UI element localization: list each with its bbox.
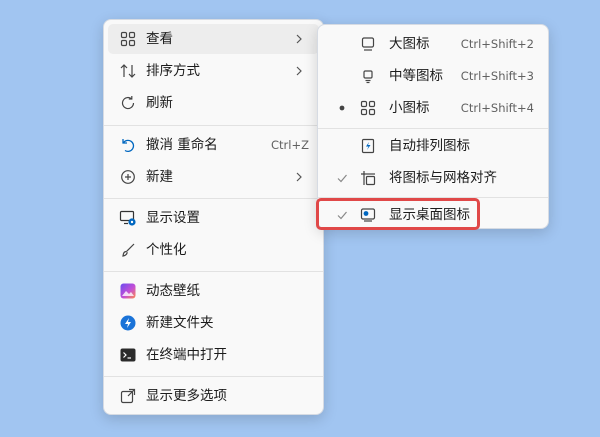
menu-item-show-more-options[interactable]: 显示更多选项 bbox=[108, 381, 319, 411]
menu-item-label: 个性化 bbox=[146, 242, 187, 258]
large-icons-icon bbox=[358, 34, 378, 54]
menu-item-label: 刷新 bbox=[146, 95, 173, 111]
menu-item-label: 在终端中打开 bbox=[146, 347, 227, 363]
menu-item-label: 排序方式 bbox=[146, 63, 200, 79]
menu-item-open-in-terminal[interactable]: 在终端中打开 bbox=[108, 340, 319, 370]
submenu-item-label: 自动排列图标 bbox=[389, 138, 470, 154]
submenu-item-label: 大图标 bbox=[389, 36, 430, 52]
menu-item-dynamic-wallpaper[interactable]: 动态壁纸 bbox=[108, 276, 319, 306]
menu-item-personalize[interactable]: 个性化 bbox=[108, 235, 319, 265]
sort-arrows-icon bbox=[118, 61, 138, 81]
chevron-right-icon bbox=[293, 65, 305, 77]
menu-item-label: 新建文件夹 bbox=[146, 315, 214, 331]
menu-item-label: 新建 bbox=[146, 169, 173, 185]
menu-separator bbox=[104, 125, 323, 126]
plus-circle-icon bbox=[118, 167, 138, 187]
medium-icons-icon bbox=[358, 66, 378, 86]
wallpaper-icon bbox=[118, 281, 138, 301]
undo-icon bbox=[118, 135, 138, 155]
menu-separator bbox=[104, 271, 323, 272]
shortcut-text: Ctrl+Shift+4 bbox=[460, 101, 534, 115]
shortcut-text: Ctrl+Shift+2 bbox=[460, 37, 534, 51]
menu-item-display-settings[interactable]: 显示设置 bbox=[108, 203, 319, 233]
more-options-icon bbox=[118, 386, 138, 406]
menu-item-view[interactable]: 查看 bbox=[108, 24, 319, 54]
menu-item-label: 显示更多选项 bbox=[146, 388, 227, 404]
highlight-annotation bbox=[316, 198, 480, 230]
auto-arrange-icon bbox=[358, 136, 378, 156]
menu-item-label: 撤消 重命名 bbox=[146, 137, 218, 153]
align-grid-icon bbox=[358, 168, 378, 188]
terminal-icon bbox=[118, 345, 138, 365]
grid-icon bbox=[118, 29, 138, 49]
submenu-item-auto-arrange[interactable]: 自动排列图标 bbox=[322, 131, 544, 161]
brush-icon bbox=[118, 240, 138, 260]
refresh-icon bbox=[118, 93, 138, 113]
selected-bullet-icon bbox=[336, 102, 348, 114]
menu-separator bbox=[104, 198, 323, 199]
menu-item-label: 动态壁纸 bbox=[146, 283, 200, 299]
submenu-item-align-to-grid[interactable]: 将图标与网格对齐 bbox=[322, 163, 544, 193]
chevron-right-icon bbox=[293, 171, 305, 183]
menu-item-undo-rename[interactable]: 撤消 重命名 Ctrl+Z bbox=[108, 130, 319, 160]
submenu-item-label: 将图标与网格对齐 bbox=[389, 170, 497, 186]
chevron-right-icon bbox=[293, 33, 305, 45]
menu-item-new[interactable]: 新建 bbox=[108, 162, 319, 192]
checkmark-icon bbox=[336, 172, 348, 184]
small-icons-icon bbox=[358, 98, 378, 118]
new-folder-icon bbox=[118, 313, 138, 333]
menu-item-refresh[interactable]: 刷新 bbox=[108, 88, 319, 118]
desktop-context-menu: 查看 排序方式 刷新 撤消 重命名 Ctrl+Z 新建 显示设置 个性化 动态壁… bbox=[103, 19, 324, 415]
menu-item-label: 查看 bbox=[146, 31, 173, 47]
submenu-item-large-icons[interactable]: 大图标 Ctrl+Shift+2 bbox=[322, 29, 544, 59]
shortcut-text: Ctrl+Shift+3 bbox=[460, 69, 534, 83]
submenu-item-small-icons[interactable]: 小图标 Ctrl+Shift+4 bbox=[322, 93, 544, 123]
menu-separator bbox=[318, 128, 548, 129]
menu-item-label: 显示设置 bbox=[146, 210, 200, 226]
shortcut-text: Ctrl+Z bbox=[271, 138, 309, 152]
menu-separator bbox=[104, 376, 323, 377]
submenu-item-medium-icons[interactable]: 中等图标 Ctrl+Shift+3 bbox=[322, 61, 544, 91]
menu-item-new-folder[interactable]: 新建文件夹 bbox=[108, 308, 319, 338]
display-settings-icon bbox=[118, 208, 138, 228]
submenu-item-label: 中等图标 bbox=[389, 68, 443, 84]
submenu-item-label: 小图标 bbox=[389, 100, 430, 116]
menu-item-sort-by[interactable]: 排序方式 bbox=[108, 56, 319, 86]
